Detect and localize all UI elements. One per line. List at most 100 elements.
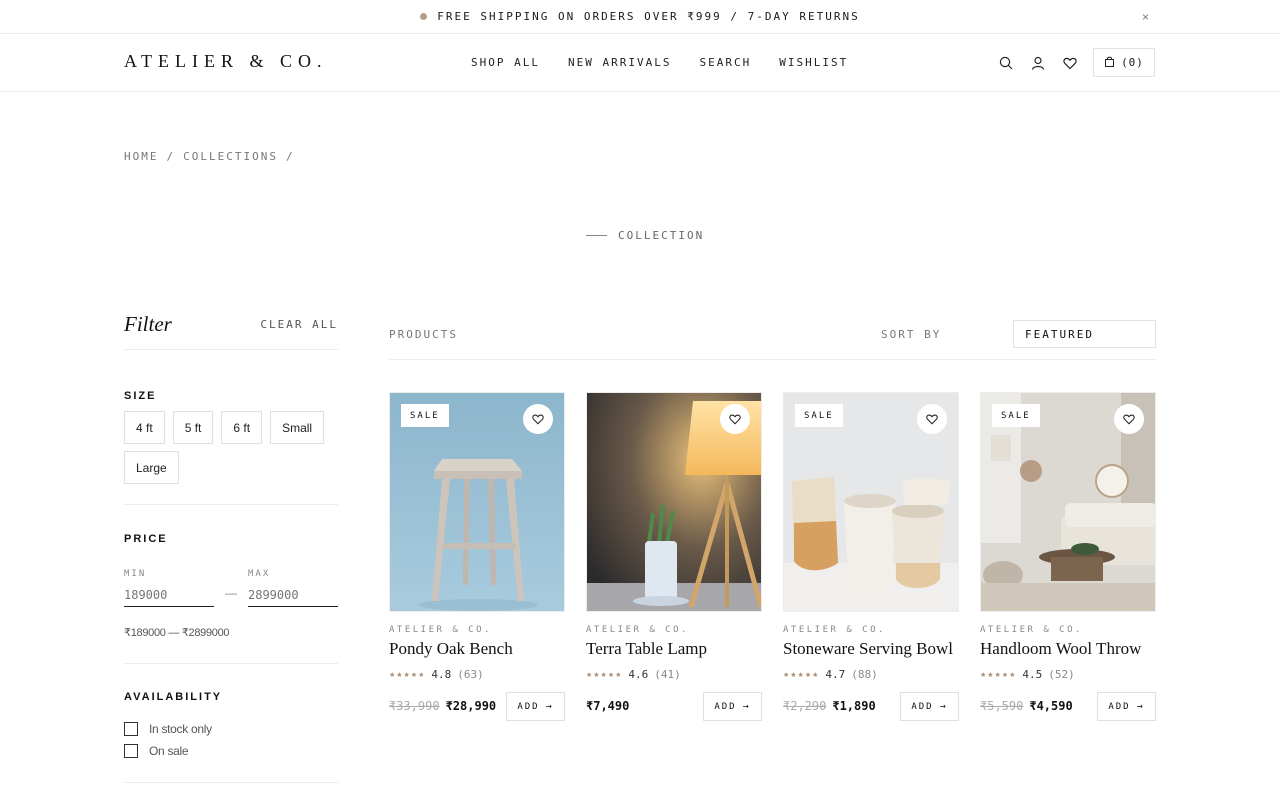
add-to-cart-button[interactable]: ADD → (1097, 692, 1156, 721)
nav-search[interactable]: SEARCH (699, 56, 751, 69)
product-image-living-room[interactable]: SALE (980, 392, 1156, 612)
product-name[interactable]: Terra Table Lamp (586, 639, 707, 659)
heart-icon (1123, 414, 1135, 425)
checkbox-box[interactable] (124, 722, 138, 736)
add-to-cart-button[interactable]: ADD → (703, 692, 762, 721)
min-label: MIN (124, 569, 147, 579)
products-label: PRODUCTS (389, 328, 458, 341)
checkbox-box[interactable] (124, 744, 138, 758)
breadcrumb-home[interactable]: HOME (124, 150, 159, 163)
add-label: ADD (517, 701, 540, 712)
product-name[interactable]: Stoneware Serving Bowl (783, 639, 953, 659)
nav-shop-all[interactable]: SHOP ALL (471, 56, 540, 69)
max-price-input[interactable] (248, 583, 338, 607)
main-nav: SHOP ALL NEW ARRIVALS SEARCH WISHLIST (471, 56, 876, 69)
sale-price: ₹1,890 (832, 699, 876, 713)
review-count: (88) (851, 668, 878, 681)
price-dash: — (225, 586, 237, 600)
add-label: ADD (1108, 701, 1131, 712)
add-to-cart-button[interactable]: ADD → (506, 692, 565, 721)
wishlist-button[interactable] (720, 404, 750, 434)
product-price: ₹33,990 ₹28,990 (389, 699, 496, 713)
size-option-4ft[interactable]: 4 ft (124, 411, 165, 444)
add-label: ADD (714, 701, 737, 712)
rating-value: 4.6 (628, 668, 649, 681)
product-price: ₹5,590 ₹4,590 (980, 699, 1073, 713)
on-sale-checkbox[interactable]: On sale (124, 744, 189, 758)
sale-price: ₹4,590 (1029, 699, 1073, 713)
cart-button[interactable]: (0) (1093, 48, 1155, 77)
checkbox-label: On sale (149, 744, 189, 758)
breadcrumb-collections[interactable]: COLLECTIONS (183, 150, 278, 163)
sale-badge: SALE (401, 404, 449, 427)
close-icon[interactable]: × (1142, 10, 1149, 24)
product-brand: ATELIER & CO. (389, 625, 492, 635)
original-price: ₹2,290 (783, 699, 827, 713)
filter-header: Filter CLEAR ALL (124, 310, 338, 350)
filter-sidebar: Filter CLEAR ALL SIZE 4 ft 5 ft 6 ft Sma… (124, 310, 338, 783)
size-option-small[interactable]: Small (270, 411, 325, 444)
add-to-cart-button[interactable]: ADD → (900, 692, 959, 721)
bag-icon (1104, 54, 1115, 72)
eyebrow-text: COLLECTION (618, 229, 705, 242)
sort-label: SORT BY (881, 328, 942, 341)
product-brand: ATELIER & CO. (783, 625, 886, 635)
filter-title: Filter (124, 312, 172, 336)
search-icon[interactable] (997, 54, 1015, 72)
rating-stars: ★★★★★ (980, 671, 1017, 679)
price-filter: PRICE MIN — MAX ₹189000 — ₹2899000 (124, 505, 338, 664)
logo[interactable]: ATELIER & CO. (124, 51, 328, 72)
nav-new-arrivals[interactable]: NEW ARRIVALS (568, 56, 671, 69)
nav-wishlist[interactable]: WISHLIST (779, 56, 848, 69)
breadcrumb-separator: / (166, 150, 176, 163)
product-brand: ATELIER & CO. (980, 625, 1083, 635)
rating-value: 4.5 (1022, 668, 1043, 681)
eyebrow-line (586, 235, 607, 236)
size-filter: SIZE 4 ft 5 ft 6 ft Small Large (124, 350, 338, 505)
cart-count: (0) (1121, 56, 1144, 69)
product-name[interactable]: Handloom Wool Throw (980, 639, 1141, 659)
site-header: ATELIER & CO. SHOP ALL NEW ARRIVALS SEAR… (0, 34, 1280, 92)
product-image-lamp[interactable] (586, 392, 762, 612)
product-image-bowls[interactable]: SALE (783, 392, 959, 612)
product-rating: ★★★★★ 4.7 (88) (783, 668, 878, 681)
size-label: SIZE (124, 390, 157, 402)
sale-price: ₹28,990 (445, 699, 497, 713)
sale-badge: SALE (795, 404, 843, 427)
products-toolbar: PRODUCTS SORT BY FEATURED (389, 320, 1156, 360)
rating-stars: ★★★★★ (389, 671, 426, 679)
product-rating: ★★★★★ 4.5 (52) (980, 668, 1075, 681)
original-price: ₹5,590 (980, 699, 1024, 713)
product-card[interactable]: SALE ATELIER & CO. Handloom Wool Throw ★… (980, 392, 1156, 722)
wishlist-button[interactable] (523, 404, 553, 434)
review-count: (41) (654, 668, 681, 681)
product-brand: ATELIER & CO. (586, 625, 689, 635)
product-name[interactable]: Pondy Oak Bench (389, 639, 513, 659)
size-option-5ft[interactable]: 5 ft (172, 411, 214, 444)
size-option-6ft[interactable]: 6 ft (221, 411, 263, 444)
wishlist-icon[interactable] (1061, 54, 1079, 72)
min-price-input[interactable] (124, 583, 214, 607)
availability-filter: AVAILABILITY In stock only On sale (124, 664, 338, 783)
arrow-right-icon: → (545, 701, 554, 712)
announcement-dot (420, 13, 428, 20)
wishlist-button[interactable] (917, 404, 947, 434)
sort-select[interactable]: FEATURED (1013, 320, 1156, 348)
product-image-stool[interactable]: SALE (389, 392, 565, 612)
breadcrumb: HOME / COLLECTIONS / (124, 150, 303, 163)
arrow-right-icon: → (939, 701, 948, 712)
product-card[interactable]: ATELIER & CO. Terra Table Lamp ★★★★★ 4.6… (586, 392, 762, 722)
heart-icon (926, 414, 938, 425)
product-card[interactable]: SALE ATELIER & CO. Pondy Oak Bench ★★★★★… (389, 392, 565, 722)
price: ₹7,490 (586, 699, 630, 713)
availability-label: AVAILABILITY (124, 691, 223, 703)
add-label: ADD (911, 701, 934, 712)
in-stock-checkbox[interactable]: In stock only (124, 722, 212, 736)
wishlist-button[interactable] (1114, 404, 1144, 434)
account-icon[interactable] (1029, 54, 1047, 72)
size-option-large[interactable]: Large (124, 451, 179, 484)
collection-eyebrow: COLLECTION (586, 229, 704, 242)
original-price: ₹33,990 (389, 699, 440, 713)
clear-all-button[interactable]: CLEAR ALL (260, 318, 338, 331)
product-card[interactable]: SALE ATELIER & CO. Stoneware Serving Bow… (783, 392, 959, 722)
